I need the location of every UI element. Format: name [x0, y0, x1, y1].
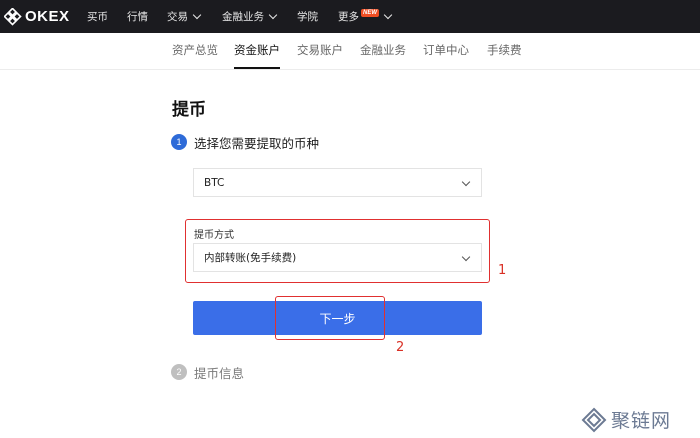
tab-order-center[interactable]: 订单中心	[423, 33, 469, 69]
tab-funding-account[interactable]: 资金账户	[234, 33, 280, 69]
nav-label: 学院	[297, 11, 318, 23]
step-1-label: 选择您需要提取的币种	[194, 136, 320, 151]
nav-markets[interactable]: 行情	[127, 0, 148, 33]
nav-academy[interactable]: 学院	[297, 0, 318, 33]
step-2-indicator: 2	[171, 364, 187, 380]
nav-more[interactable]: 更多 NEW	[338, 0, 393, 33]
nav-label: 买币	[87, 11, 108, 23]
tab-asset-overview[interactable]: 资产总览	[172, 33, 218, 69]
coin-select[interactable]: BTC	[193, 168, 482, 197]
watermark-logo-icon	[581, 407, 607, 432]
brand-logo[interactable]: OKEX	[4, 7, 70, 26]
watermark-text: 聚链网	[611, 410, 672, 432]
tab-trading-account[interactable]: 交易账户	[297, 33, 343, 69]
top-navbar: OKEX 买币 行情 交易 金融业务 学院 更多 NEW	[0, 0, 700, 33]
chevron-down-icon	[268, 10, 278, 20]
annotation-number-2: 2	[396, 340, 405, 355]
tab-fees[interactable]: 手续费	[487, 33, 522, 69]
annotation-box-2	[275, 296, 385, 340]
new-badge: NEW	[361, 8, 379, 17]
annotation-box-1	[185, 219, 490, 283]
nav-label: 金融业务	[222, 11, 264, 23]
coin-select-value: BTC	[204, 176, 225, 189]
step-2-label: 提币信息	[194, 366, 245, 381]
nav-label: 行情	[127, 11, 148, 23]
chevron-down-icon	[461, 177, 471, 186]
okex-logo-icon	[4, 7, 22, 26]
brand-name: OKEX	[25, 8, 70, 25]
nav-label: 交易	[167, 11, 188, 23]
account-subnav: 资产总览 资金账户 交易账户 金融业务 订单中心 手续费	[0, 33, 700, 70]
nav-finance[interactable]: 金融业务	[222, 0, 278, 33]
nav-label: 更多	[338, 11, 359, 23]
nav-trade[interactable]: 交易	[167, 0, 202, 33]
annotation-number-1: 1	[498, 263, 507, 278]
chevron-down-icon	[383, 10, 393, 20]
page-title: 提币	[172, 100, 206, 120]
tab-finance[interactable]: 金融业务	[360, 33, 406, 69]
nav-buy-crypto[interactable]: 买币	[87, 0, 108, 33]
chevron-down-icon	[192, 10, 202, 20]
watermark: 聚链网	[581, 406, 671, 433]
step-1-indicator: 1	[171, 134, 187, 150]
